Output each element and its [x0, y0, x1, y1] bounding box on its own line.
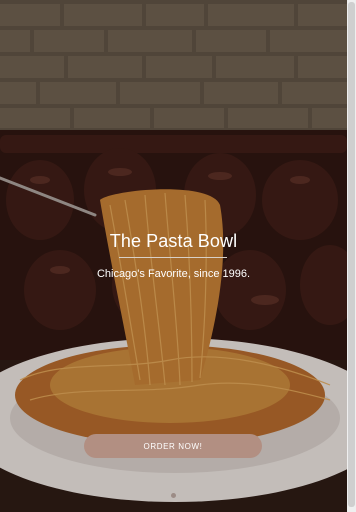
- title-divider: [119, 257, 227, 258]
- scrollbar[interactable]: [347, 0, 356, 512]
- carousel-indicator-dot[interactable]: [171, 493, 176, 498]
- restaurant-tagline: Chicago's Favorite, since 1996.: [96, 268, 251, 280]
- scrollbar-thumb[interactable]: [348, 2, 355, 507]
- restaurant-title: The Pasta Bowl: [109, 231, 238, 251]
- hero-section: The Pasta Bowl Chicago's Favorite, since…: [0, 0, 347, 512]
- order-now-button[interactable]: ORDER NOW!: [84, 434, 262, 458]
